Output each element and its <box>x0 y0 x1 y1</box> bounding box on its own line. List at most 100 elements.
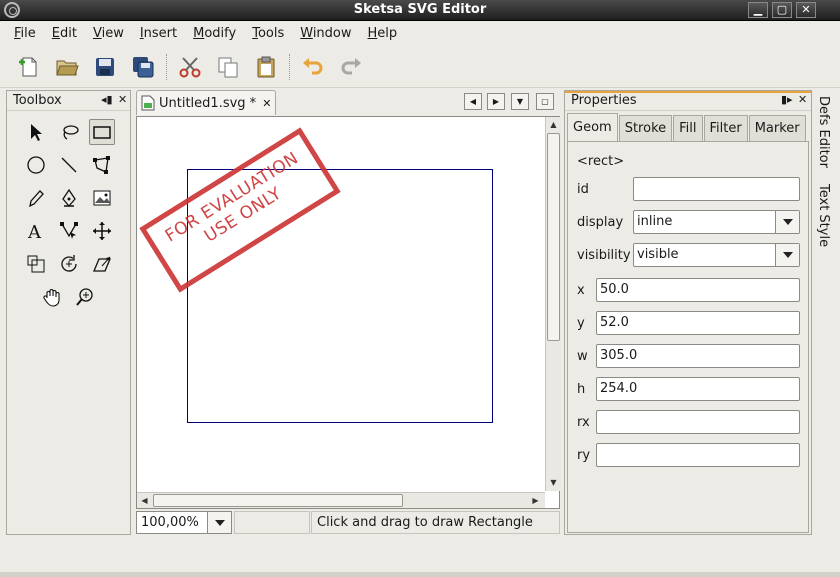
lasso-tool[interactable] <box>56 119 82 145</box>
scale-tool[interactable] <box>23 251 49 277</box>
menu-tools[interactable]: Tools <box>244 26 292 41</box>
text-tool[interactable]: A <box>23 218 49 244</box>
select-tool[interactable] <box>23 119 49 145</box>
rectangle-icon <box>93 126 111 139</box>
node-edit-tool[interactable] <box>56 218 82 244</box>
svg-file-icon <box>141 95 155 111</box>
skew-icon <box>93 256 111 272</box>
properties-close-icon[interactable]: ✕ <box>798 93 807 106</box>
ry-input[interactable] <box>596 443 800 467</box>
scroll-left-arrow-icon[interactable]: ◀ <box>137 493 152 508</box>
paste-button[interactable] <box>251 52 281 82</box>
minimize-button[interactable]: ▁ <box>748 2 768 18</box>
pointer-arrow-icon <box>31 124 42 141</box>
scroll-right-arrow-icon[interactable]: ▶ <box>528 493 543 508</box>
display-dropdown-icon[interactable] <box>775 211 799 233</box>
canvas-frame: FOR EVALUATION USE ONLY ▲ ▼ ◀ ▶ <box>136 116 561 509</box>
menu-edit[interactable]: Edit <box>44 26 85 41</box>
horizontal-scroll-thumb[interactable] <box>153 494 403 507</box>
horizontal-scrollbar[interactable]: ◀ ▶ <box>137 492 545 508</box>
tab-fill[interactable]: Fill <box>673 115 703 141</box>
rotate-tool[interactable] <box>56 251 82 277</box>
text-style-tab[interactable]: Text Style <box>816 184 831 247</box>
move-tool[interactable] <box>89 218 115 244</box>
text-a-icon: A <box>27 222 42 241</box>
save-icon <box>96 57 114 76</box>
pan-tool[interactable] <box>39 284 65 310</box>
polygon-tool[interactable] <box>89 152 115 178</box>
svg-text:A: A <box>27 222 42 241</box>
save-all-button[interactable] <box>128 52 158 82</box>
cut-button[interactable] <box>175 52 205 82</box>
next-tab-button[interactable]: ▶ <box>487 93 505 110</box>
open-button[interactable] <box>52 52 82 82</box>
menu-help[interactable]: Help <box>360 26 406 41</box>
menu-window[interactable]: Window <box>292 26 359 41</box>
zoom-tool[interactable] <box>72 284 98 310</box>
scroll-down-arrow-icon[interactable]: ▼ <box>546 475 561 490</box>
save-button[interactable] <box>90 52 120 82</box>
vertical-scrollbar[interactable]: ▲ ▼ <box>545 117 561 491</box>
copy-icon <box>218 57 238 77</box>
toolbox-header: Toolbox ◂▮ ✕ <box>7 91 130 111</box>
node-edit-icon <box>60 222 78 239</box>
undo-button[interactable] <box>298 52 328 82</box>
tab-stroke[interactable]: Stroke <box>618 115 673 141</box>
rx-input[interactable] <box>596 410 800 434</box>
id-input[interactable] <box>633 177 800 201</box>
properties-dock-icon[interactable]: ▮▸ <box>781 93 793 106</box>
tab-marker[interactable]: Marker <box>748 115 806 141</box>
menu-insert[interactable]: Insert <box>132 26 185 41</box>
visibility-dropdown-icon[interactable] <box>775 244 799 266</box>
tab-list-button[interactable]: ▼ <box>511 93 529 110</box>
x-input[interactable]: 50.0 <box>596 278 800 302</box>
id-label: id <box>577 182 589 197</box>
close-tab-icon[interactable]: ✕ <box>262 97 271 110</box>
scroll-up-arrow-icon[interactable]: ▲ <box>546 117 561 132</box>
height-input[interactable]: 254.0 <box>596 377 800 401</box>
toolbox-dock-icon[interactable]: ◂▮ <box>101 93 113 106</box>
x-label: x <box>577 283 585 298</box>
drawing-canvas[interactable]: FOR EVALUATION USE ONLY <box>137 117 544 491</box>
redo-button[interactable] <box>336 52 366 82</box>
width-input[interactable]: 305.0 <box>596 344 800 368</box>
toolbox-close-icon[interactable]: ✕ <box>118 93 127 106</box>
geom-properties: <rect> id display inline visibility visi… <box>567 141 809 533</box>
display-select[interactable]: inline <box>633 210 800 234</box>
document-tab[interactable]: Untitled1.svg * ✕ <box>136 90 276 115</box>
tab-filter[interactable]: Filter <box>703 115 748 141</box>
circle-icon <box>27 156 45 174</box>
line-tool[interactable] <box>56 152 82 178</box>
menu-view[interactable]: View <box>85 26 132 41</box>
rectangle-tool[interactable] <box>89 119 115 145</box>
image-tool[interactable] <box>89 185 115 211</box>
menu-file[interactable]: File <box>6 26 44 41</box>
tab-geom[interactable]: Geom <box>567 113 618 141</box>
vertical-scroll-thumb[interactable] <box>547 133 560 341</box>
rotate-icon <box>61 255 77 272</box>
zoom-dropdown-icon[interactable] <box>207 512 231 533</box>
menu-modify[interactable]: Modify <box>185 26 244 41</box>
toolbar-separator <box>289 53 290 80</box>
ellipse-tool[interactable] <box>23 152 49 178</box>
document-tab-name: Untitled1.svg * <box>159 95 257 111</box>
maximize-button[interactable]: ▢ <box>772 2 792 18</box>
scissors-icon <box>179 56 201 77</box>
visibility-label: visibility <box>577 248 631 263</box>
y-input[interactable]: 52.0 <box>596 311 800 335</box>
pencil-tool[interactable] <box>23 185 49 211</box>
window-bottom-border <box>0 572 840 577</box>
hand-icon <box>43 289 60 307</box>
new-document-icon <box>19 57 37 76</box>
maximize-document-button[interactable]: ▢ <box>536 93 554 110</box>
side-dock: Defs Editor Text Style <box>814 90 838 290</box>
visibility-select[interactable]: visible <box>633 243 800 267</box>
pen-tool[interactable] <box>56 185 82 211</box>
zoom-combobox[interactable]: 100,00% <box>136 511 232 534</box>
defs-editor-tab[interactable]: Defs Editor <box>816 96 831 168</box>
previous-tab-button[interactable]: ◀ <box>464 93 482 110</box>
close-window-button[interactable]: ✕ <box>796 2 816 18</box>
copy-button[interactable] <box>213 52 243 82</box>
skew-tool[interactable] <box>89 251 115 277</box>
new-document-button[interactable] <box>14 52 44 82</box>
